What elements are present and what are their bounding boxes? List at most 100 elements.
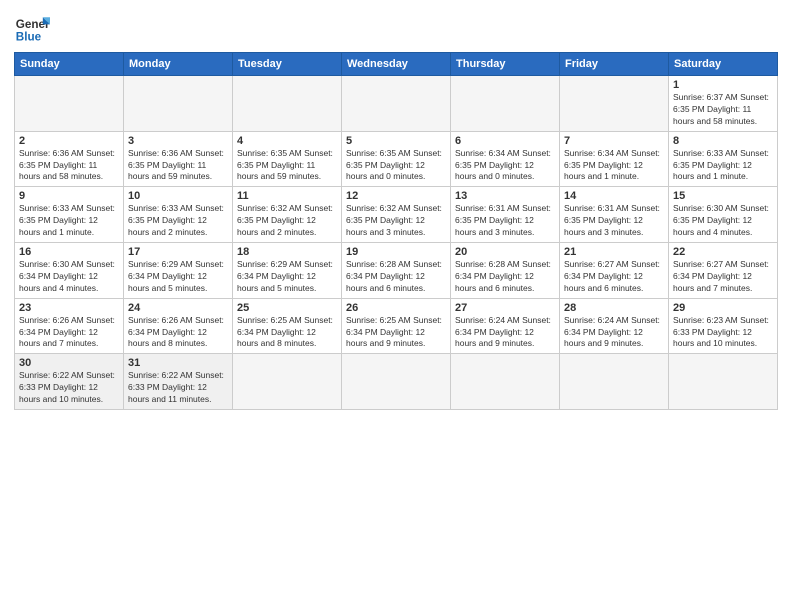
- calendar-cell: 16Sunrise: 6:30 AM Sunset: 6:34 PM Dayli…: [15, 243, 124, 299]
- day-info: Sunrise: 6:29 AM Sunset: 6:34 PM Dayligh…: [237, 259, 337, 295]
- day-info: Sunrise: 6:34 AM Sunset: 6:35 PM Dayligh…: [564, 148, 664, 184]
- calendar-cell: 18Sunrise: 6:29 AM Sunset: 6:34 PM Dayli…: [233, 243, 342, 299]
- calendar-cell: 26Sunrise: 6:25 AM Sunset: 6:34 PM Dayli…: [342, 298, 451, 354]
- col-header-sunday: Sunday: [15, 53, 124, 76]
- calendar-cell: 12Sunrise: 6:32 AM Sunset: 6:35 PM Dayli…: [342, 187, 451, 243]
- svg-text:Blue: Blue: [16, 31, 42, 44]
- calendar-cell: 9Sunrise: 6:33 AM Sunset: 6:35 PM Daylig…: [15, 187, 124, 243]
- day-info: Sunrise: 6:33 AM Sunset: 6:35 PM Dayligh…: [19, 203, 119, 239]
- calendar-week-3: 9Sunrise: 6:33 AM Sunset: 6:35 PM Daylig…: [15, 187, 778, 243]
- calendar-cell: [342, 76, 451, 132]
- col-header-saturday: Saturday: [669, 53, 778, 76]
- calendar-cell: 31Sunrise: 6:22 AM Sunset: 6:33 PM Dayli…: [124, 354, 233, 410]
- day-info: Sunrise: 6:33 AM Sunset: 6:35 PM Dayligh…: [128, 203, 228, 239]
- calendar-cell: [451, 354, 560, 410]
- day-info: Sunrise: 6:27 AM Sunset: 6:34 PM Dayligh…: [673, 259, 773, 295]
- calendar-cell: [669, 354, 778, 410]
- day-info: Sunrise: 6:25 AM Sunset: 6:34 PM Dayligh…: [237, 315, 337, 351]
- calendar-cell: 30Sunrise: 6:22 AM Sunset: 6:33 PM Dayli…: [15, 354, 124, 410]
- calendar-cell: 13Sunrise: 6:31 AM Sunset: 6:35 PM Dayli…: [451, 187, 560, 243]
- day-number: 19: [346, 246, 446, 258]
- day-number: 4: [237, 135, 337, 147]
- calendar-cell: 15Sunrise: 6:30 AM Sunset: 6:35 PM Dayli…: [669, 187, 778, 243]
- col-header-tuesday: Tuesday: [233, 53, 342, 76]
- day-number: 24: [128, 302, 228, 314]
- day-number: 23: [19, 302, 119, 314]
- day-number: 25: [237, 302, 337, 314]
- day-number: 30: [19, 357, 119, 369]
- day-number: 9: [19, 190, 119, 202]
- calendar-cell: 20Sunrise: 6:28 AM Sunset: 6:34 PM Dayli…: [451, 243, 560, 299]
- day-info: Sunrise: 6:36 AM Sunset: 6:35 PM Dayligh…: [128, 148, 228, 184]
- day-info: Sunrise: 6:30 AM Sunset: 6:35 PM Dayligh…: [673, 203, 773, 239]
- calendar-week-5: 23Sunrise: 6:26 AM Sunset: 6:34 PM Dayli…: [15, 298, 778, 354]
- day-number: 20: [455, 246, 555, 258]
- day-info: Sunrise: 6:26 AM Sunset: 6:34 PM Dayligh…: [19, 315, 119, 351]
- logo: General Blue: [14, 10, 50, 46]
- calendar-cell: [451, 76, 560, 132]
- day-number: 22: [673, 246, 773, 258]
- calendar-cell: [560, 354, 669, 410]
- day-number: 12: [346, 190, 446, 202]
- header: General Blue: [14, 10, 778, 46]
- day-info: Sunrise: 6:35 AM Sunset: 6:35 PM Dayligh…: [346, 148, 446, 184]
- calendar-week-1: 1Sunrise: 6:37 AM Sunset: 6:35 PM Daylig…: [15, 76, 778, 132]
- day-info: Sunrise: 6:32 AM Sunset: 6:35 PM Dayligh…: [237, 203, 337, 239]
- col-header-wednesday: Wednesday: [342, 53, 451, 76]
- day-number: 11: [237, 190, 337, 202]
- day-number: 26: [346, 302, 446, 314]
- day-info: Sunrise: 6:31 AM Sunset: 6:35 PM Dayligh…: [564, 203, 664, 239]
- day-info: Sunrise: 6:32 AM Sunset: 6:35 PM Dayligh…: [346, 203, 446, 239]
- day-info: Sunrise: 6:36 AM Sunset: 6:35 PM Dayligh…: [19, 148, 119, 184]
- calendar-cell: 6Sunrise: 6:34 AM Sunset: 6:35 PM Daylig…: [451, 131, 560, 187]
- calendar-cell: 22Sunrise: 6:27 AM Sunset: 6:34 PM Dayli…: [669, 243, 778, 299]
- calendar-cell: 2Sunrise: 6:36 AM Sunset: 6:35 PM Daylig…: [15, 131, 124, 187]
- day-number: 15: [673, 190, 773, 202]
- calendar-header-row: SundayMondayTuesdayWednesdayThursdayFrid…: [15, 53, 778, 76]
- col-header-friday: Friday: [560, 53, 669, 76]
- calendar-cell: [342, 354, 451, 410]
- calendar-cell: [560, 76, 669, 132]
- day-number: 28: [564, 302, 664, 314]
- day-number: 1: [673, 79, 773, 91]
- calendar-cell: 24Sunrise: 6:26 AM Sunset: 6:34 PM Dayli…: [124, 298, 233, 354]
- day-info: Sunrise: 6:34 AM Sunset: 6:35 PM Dayligh…: [455, 148, 555, 184]
- day-info: Sunrise: 6:30 AM Sunset: 6:34 PM Dayligh…: [19, 259, 119, 295]
- calendar-cell: 1Sunrise: 6:37 AM Sunset: 6:35 PM Daylig…: [669, 76, 778, 132]
- day-info: Sunrise: 6:24 AM Sunset: 6:34 PM Dayligh…: [455, 315, 555, 351]
- day-number: 16: [19, 246, 119, 258]
- calendar-cell: [124, 76, 233, 132]
- calendar-cell: 10Sunrise: 6:33 AM Sunset: 6:35 PM Dayli…: [124, 187, 233, 243]
- day-number: 2: [19, 135, 119, 147]
- day-number: 13: [455, 190, 555, 202]
- calendar-cell: 5Sunrise: 6:35 AM Sunset: 6:35 PM Daylig…: [342, 131, 451, 187]
- day-info: Sunrise: 6:37 AM Sunset: 6:35 PM Dayligh…: [673, 92, 773, 128]
- calendar-week-6: 30Sunrise: 6:22 AM Sunset: 6:33 PM Dayli…: [15, 354, 778, 410]
- day-number: 27: [455, 302, 555, 314]
- day-info: Sunrise: 6:22 AM Sunset: 6:33 PM Dayligh…: [19, 370, 119, 406]
- calendar-cell: [233, 354, 342, 410]
- col-header-thursday: Thursday: [451, 53, 560, 76]
- logo-icon: General Blue: [14, 10, 50, 46]
- calendar-cell: 23Sunrise: 6:26 AM Sunset: 6:34 PM Dayli…: [15, 298, 124, 354]
- day-number: 5: [346, 135, 446, 147]
- day-number: 7: [564, 135, 664, 147]
- calendar-cell: 14Sunrise: 6:31 AM Sunset: 6:35 PM Dayli…: [560, 187, 669, 243]
- calendar-cell: 7Sunrise: 6:34 AM Sunset: 6:35 PM Daylig…: [560, 131, 669, 187]
- day-info: Sunrise: 6:28 AM Sunset: 6:34 PM Dayligh…: [346, 259, 446, 295]
- day-info: Sunrise: 6:24 AM Sunset: 6:34 PM Dayligh…: [564, 315, 664, 351]
- day-number: 10: [128, 190, 228, 202]
- day-info: Sunrise: 6:35 AM Sunset: 6:35 PM Dayligh…: [237, 148, 337, 184]
- day-number: 31: [128, 357, 228, 369]
- calendar-cell: [15, 76, 124, 132]
- day-number: 29: [673, 302, 773, 314]
- day-info: Sunrise: 6:31 AM Sunset: 6:35 PM Dayligh…: [455, 203, 555, 239]
- day-number: 14: [564, 190, 664, 202]
- day-info: Sunrise: 6:26 AM Sunset: 6:34 PM Dayligh…: [128, 315, 228, 351]
- calendar-cell: 21Sunrise: 6:27 AM Sunset: 6:34 PM Dayli…: [560, 243, 669, 299]
- day-number: 18: [237, 246, 337, 258]
- day-number: 3: [128, 135, 228, 147]
- day-info: Sunrise: 6:27 AM Sunset: 6:34 PM Dayligh…: [564, 259, 664, 295]
- calendar-cell: 3Sunrise: 6:36 AM Sunset: 6:35 PM Daylig…: [124, 131, 233, 187]
- calendar-cell: 17Sunrise: 6:29 AM Sunset: 6:34 PM Dayli…: [124, 243, 233, 299]
